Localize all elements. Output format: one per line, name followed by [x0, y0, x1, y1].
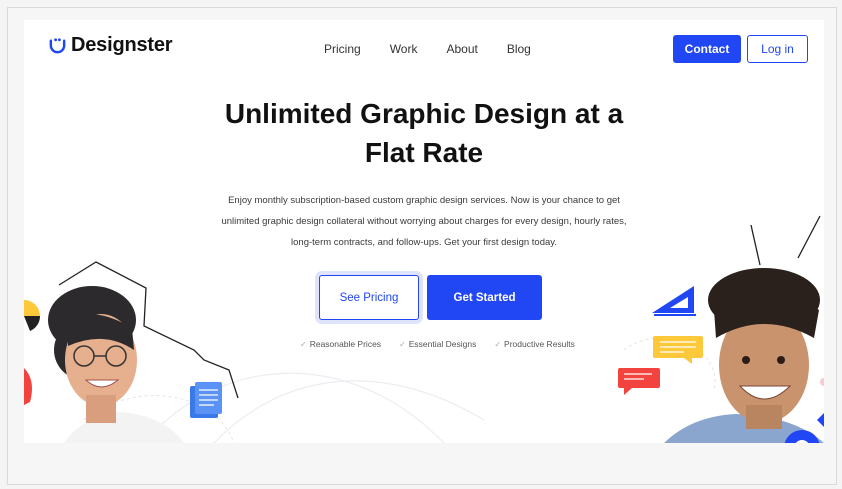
- feature-item: ✓ Essential Designs: [399, 339, 476, 349]
- swoosh-line: [143, 372, 445, 443]
- nav-item-work[interactable]: Work: [390, 42, 418, 56]
- nav-item-blog[interactable]: Blog: [507, 42, 531, 56]
- dark-shape: [24, 316, 41, 331]
- accent-line: [797, 215, 821, 259]
- hero-title-line-1: Unlimited Graphic Design at a: [224, 98, 624, 129]
- red-shape: [24, 368, 32, 405]
- chat-bubble-icon: [653, 336, 703, 364]
- check-icon: ✓: [494, 339, 502, 349]
- pink-dot: [820, 378, 824, 386]
- nav-item-pricing[interactable]: Pricing: [324, 42, 361, 56]
- hero-title-line-2: Flat Rate: [364, 137, 484, 168]
- login-button[interactable]: Log in: [747, 35, 808, 63]
- feature-label: Reasonable Prices: [309, 339, 382, 349]
- hero-subtitle-line-1: Enjoy monthly subscription-based custom …: [228, 195, 620, 206]
- woman-illustration: [48, 286, 184, 443]
- feature-label: Essential Designs: [408, 339, 477, 349]
- hero-subtitle-line-3: long-term contracts, and follow-ups. Get…: [291, 237, 557, 248]
- hero-subtitle: Enjoy monthly subscription-based custom …: [204, 190, 644, 253]
- brand-logo[interactable]: Designster: [48, 34, 173, 57]
- hero-subtitle-line-2: unlimited graphic design collateral with…: [221, 216, 627, 227]
- check-icon: ✓: [300, 339, 307, 349]
- brand-name: Designster: [71, 34, 173, 56]
- main-nav: Pricing Work About Blog: [324, 42, 531, 56]
- see-pricing-button[interactable]: See Pricing: [319, 275, 419, 320]
- hero-title: Unlimited Graphic Design at a Flat Rate: [174, 94, 674, 172]
- page-frame: Designster Pricing Work About Blog Conta…: [7, 7, 837, 485]
- feature-item: ✓ Productive Results: [494, 339, 575, 349]
- check-icon: ✓: [399, 339, 406, 349]
- yellow-shape: [24, 300, 40, 316]
- document-icon: [190, 382, 222, 418]
- nav-item-about[interactable]: About: [446, 42, 477, 56]
- feature-list: ✓ Reasonable Prices ✓ Essential Designs …: [300, 339, 575, 349]
- chat-bubble-icon: [618, 368, 660, 395]
- feature-item: ✓ Reasonable Prices: [300, 339, 381, 349]
- swoosh-line: [213, 380, 485, 443]
- blue-triangle: [817, 413, 824, 427]
- triangle-ruler-icon: [652, 286, 696, 316]
- feature-label: Productive Results: [504, 339, 575, 349]
- contact-button[interactable]: Contact: [673, 35, 741, 63]
- accent-line: [750, 224, 761, 266]
- smile-icon: [49, 38, 66, 54]
- get-started-button[interactable]: Get Started: [427, 275, 542, 320]
- hero-section: Designster Pricing Work About Blog Conta…: [24, 20, 824, 443]
